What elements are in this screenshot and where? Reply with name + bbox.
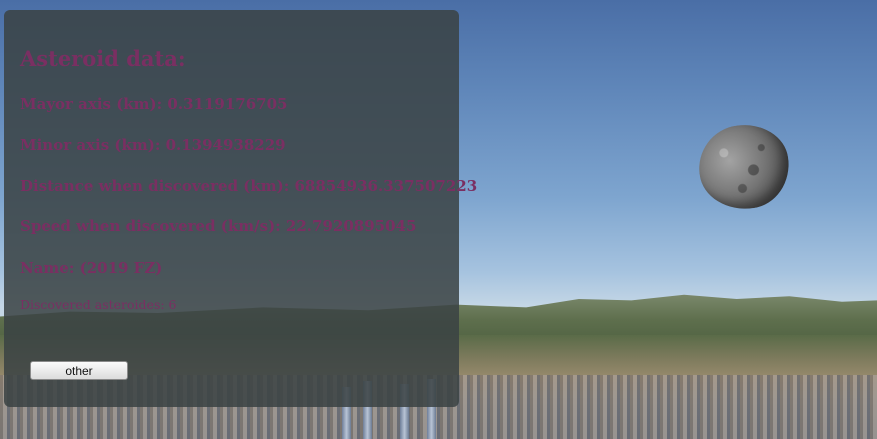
speed-text: Speed when discovered (km/s): 22.7920895… bbox=[20, 217, 417, 235]
distance-text: Distance when discovered (km): 68854936.… bbox=[20, 177, 478, 195]
asteroid-name-text: Name: (2019 FZ) bbox=[20, 259, 163, 277]
asteroid-model[interactable] bbox=[693, 119, 795, 215]
panel-title: Asteroid data: bbox=[20, 46, 186, 71]
asteroid-data-panel: Asteroid data: Mayor axis (km): 0.311917… bbox=[4, 10, 477, 407]
minor-axis-text: Minor axis (km): 0.1394938229 bbox=[20, 136, 286, 154]
major-axis-text: Mayor axis (km): 0.3119176705 bbox=[20, 95, 288, 113]
globe-viewport[interactable]: Asteroid data: Mayor axis (km): 0.311917… bbox=[0, 0, 877, 439]
other-button[interactable]: other bbox=[30, 361, 128, 380]
discovered-count: Discovered asteroides: 6 bbox=[20, 297, 177, 312]
